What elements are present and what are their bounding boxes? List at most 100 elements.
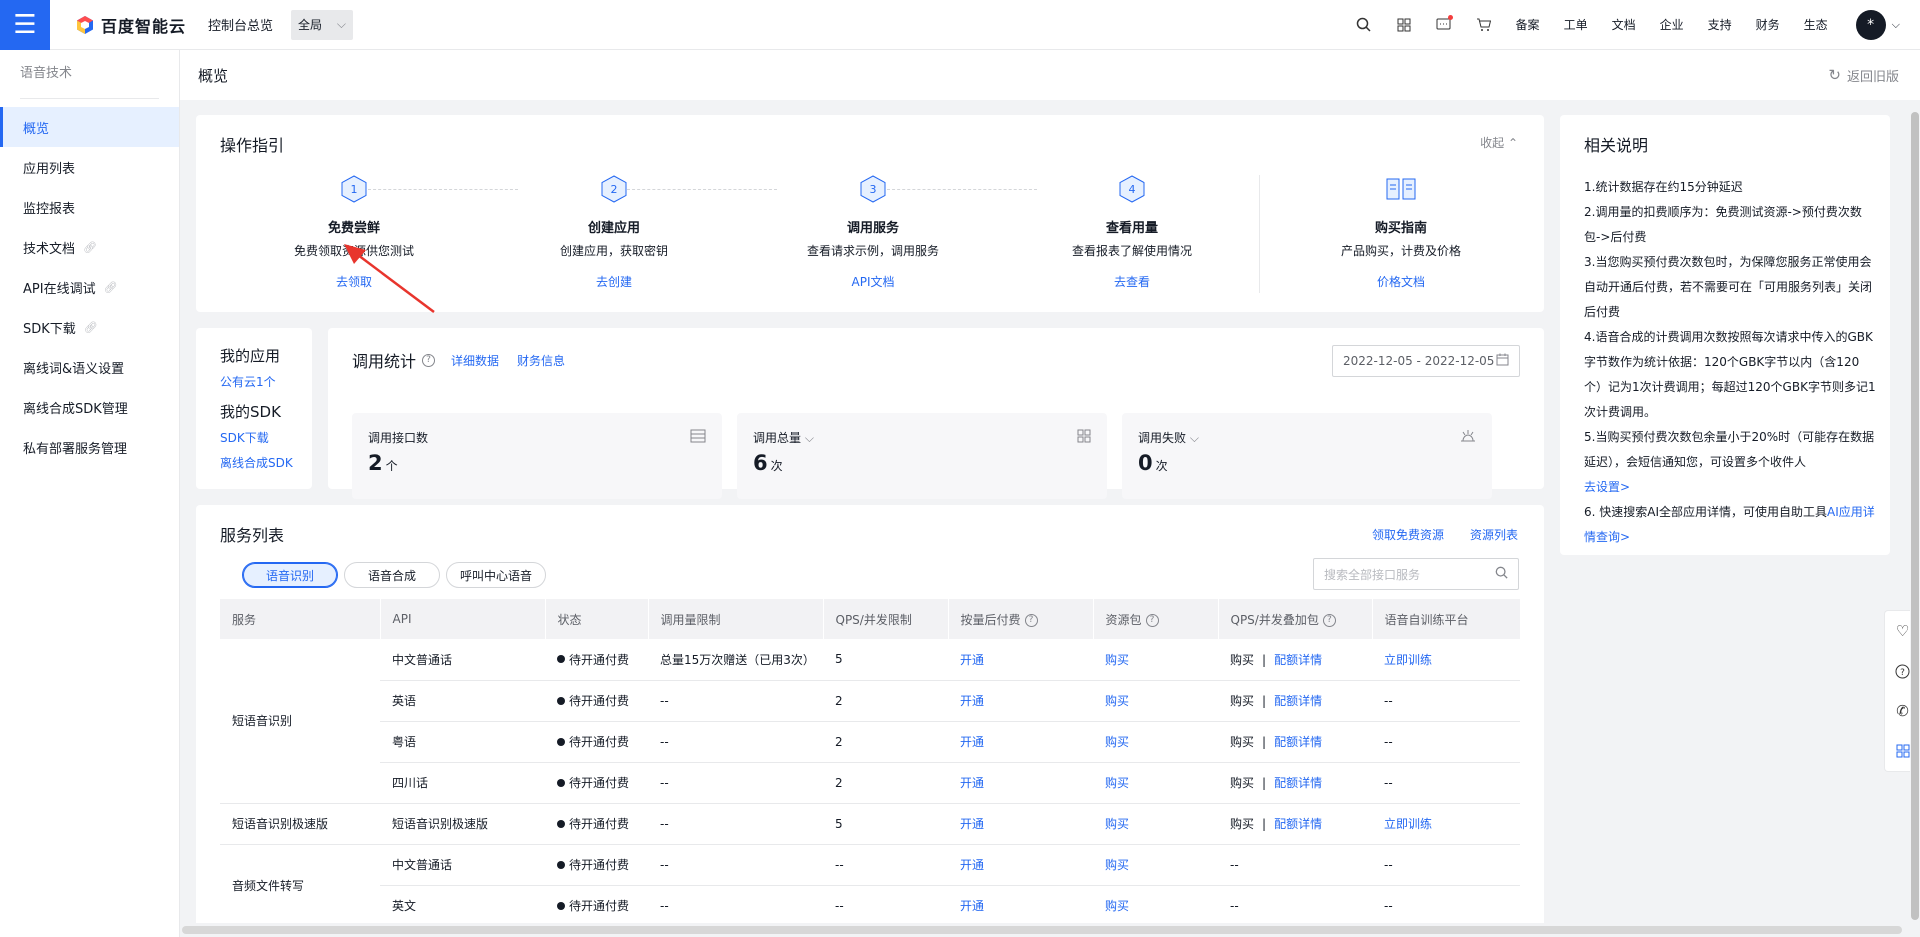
go-settings-link[interactable]: 去设置> xyxy=(1584,480,1630,494)
region-select[interactable]: 全局 ⌵ xyxy=(291,9,354,40)
buy-pack-link[interactable]: 购买 xyxy=(1105,776,1129,790)
buy-pack-link[interactable]: 购买 xyxy=(1105,858,1129,872)
buy-qps-link[interactable]: 购买 xyxy=(1230,694,1254,708)
enable-postpay-link[interactable]: 开通 xyxy=(960,653,984,667)
detail-data-link[interactable]: 详细数据 xyxy=(451,352,499,369)
table-row: 短语音识别极速版 短语音识别极速版 待开通付费 -- 5 开通 购买 购买 | 配额… xyxy=(220,803,1520,845)
enable-postpay-link[interactable]: 开通 xyxy=(960,858,984,872)
help-icon[interactable]: ? xyxy=(1024,613,1038,627)
nav-ticket[interactable]: 工单 xyxy=(1552,16,1600,33)
view-usage-link[interactable]: 去查看 xyxy=(1002,273,1262,290)
sidebar-item-tech-docs[interactable]: 技术文档 🔗︎ xyxy=(0,227,179,267)
enable-postpay-link[interactable]: 开通 xyxy=(960,817,984,831)
status-text: 待开通付费 xyxy=(569,899,630,913)
tab-call-center[interactable]: 呼叫中心语音 xyxy=(446,562,546,588)
external-link-icon: 🔗︎ xyxy=(103,280,118,294)
nav-beian[interactable]: 备案 xyxy=(1504,16,1552,33)
status-text: 待开通付费 xyxy=(569,652,630,667)
enable-postpay-link[interactable]: 开通 xyxy=(960,776,984,790)
nav-finance[interactable]: 财务 xyxy=(1744,16,1792,33)
console-overview-link[interactable]: 控制台总览 xyxy=(208,15,273,34)
menu-icon[interactable]: ☰ xyxy=(0,0,50,50)
status-cell: 待开通付费 xyxy=(545,680,648,722)
nav-enterprise[interactable]: 企业 xyxy=(1648,16,1696,33)
service-search-input[interactable]: 搜索全部接口服务 xyxy=(1313,558,1519,590)
quota-detail-link[interactable]: 配额详情 xyxy=(1274,817,1322,831)
tab-speech-recognition[interactable]: 语音识别 xyxy=(242,562,338,588)
back-old-version-link[interactable]: ↻ 返回旧版 xyxy=(1828,50,1899,100)
logo[interactable]: 百度智能云 xyxy=(75,13,186,37)
quota-detail-link[interactable]: 配额详情 xyxy=(1274,694,1322,708)
buy-pack-link[interactable]: 购买 xyxy=(1105,653,1129,667)
service-name: 短语音识别 xyxy=(220,639,380,804)
col-postpay: 按量后付费? xyxy=(948,599,1094,639)
enable-postpay-link[interactable]: 开通 xyxy=(960,694,984,708)
sidebar-item-monitoring[interactable]: 监控报表 xyxy=(0,187,179,227)
train-now-link[interactable]: 立即训练 xyxy=(1384,817,1432,831)
table-row: 英语 待开通付费 -- 2 开通 购买 购买 | 配额详情 -- xyxy=(220,680,1520,722)
stat-label[interactable]: 调用总量 ⌵ xyxy=(753,429,814,446)
collapse-button[interactable]: 收起 ⌃ xyxy=(1480,134,1518,151)
sidebar-item-offline-tts-sdk[interactable]: 离线合成SDK管理 xyxy=(0,387,179,427)
col-service: 服务 xyxy=(220,599,381,639)
nav-docs[interactable]: 文档 xyxy=(1600,16,1648,33)
quota-detail-link[interactable]: 配额详情 xyxy=(1274,776,1322,790)
offline-tts-sdk-link[interactable]: 离线合成SDK xyxy=(220,454,293,471)
sidebar-item-sdk-download[interactable]: SDK下载 🔗︎ xyxy=(0,307,179,347)
buy-pack-link[interactable]: 购买 xyxy=(1105,694,1129,708)
resource-list-link[interactable]: 资源列表 xyxy=(1470,526,1518,543)
sidebar-item-private-deploy[interactable]: 私有部署服务管理 xyxy=(0,427,179,467)
sidebar-item-app-list[interactable]: 应用列表 xyxy=(0,147,179,187)
chevron-down-icon[interactable]: ⌵ xyxy=(1892,18,1900,32)
api-docs-link[interactable]: API文档 xyxy=(743,273,1003,290)
cart-icon[interactable] xyxy=(1464,0,1504,50)
qps-pack-cell: 购买 | 配额详情 xyxy=(1218,803,1372,845)
service-table: 服务 API 状态 调用量限制 QPS/并发限制 按量后付费? 资源包? QPS… xyxy=(220,599,1521,927)
sidebar-item-offline-words[interactable]: 离线词&语义设置 xyxy=(0,347,179,387)
svg-text:?: ? xyxy=(1900,668,1905,678)
avatar[interactable]: * xyxy=(1855,9,1886,40)
help-icon[interactable]: ? xyxy=(422,353,436,367)
search-icon[interactable] xyxy=(1344,0,1384,50)
enable-postpay-link[interactable]: 开通 xyxy=(960,899,984,913)
buy-pack-link[interactable]: 购买 xyxy=(1105,817,1129,831)
step-desc: 查看请求示例，调用服务 xyxy=(806,244,939,258)
claim-free-resources-link[interactable]: 领取免费资源 xyxy=(1372,526,1444,543)
enable-postpay-link[interactable]: 开通 xyxy=(960,735,984,749)
buy-qps-link[interactable]: 购买 xyxy=(1230,776,1254,790)
horizontal-scrollbar[interactable] xyxy=(180,923,1910,937)
sidebar-item-overview[interactable]: 概览 xyxy=(0,107,179,147)
vertical-scrollbar[interactable] xyxy=(1910,100,1920,937)
create-app-link[interactable]: 去创建 xyxy=(484,273,744,290)
quota-detail-link[interactable]: 配额详情 xyxy=(1274,653,1322,667)
buy-pack-link[interactable]: 购买 xyxy=(1105,899,1129,913)
sidebar: 语音技术 概览 应用列表 监控报表 技术文档 🔗︎ API在线调试 🔗︎ SDK下载… xyxy=(0,50,180,937)
buy-qps-link[interactable]: 购买 xyxy=(1230,817,1254,831)
help-icon[interactable]: ? xyxy=(1145,613,1159,627)
buy-pack-link[interactable]: 购买 xyxy=(1105,735,1129,749)
finance-info-link[interactable]: 财务信息 xyxy=(517,352,565,369)
sidebar-item-api-debug[interactable]: API在线调试 🔗︎ xyxy=(0,267,179,307)
sdk-download-link[interactable]: SDK下载 xyxy=(220,429,269,446)
help-icon[interactable]: ? xyxy=(1322,613,1336,627)
my-apps-card: 我的应用 公有云1个 我的SDK SDK下载 离线合成SDK xyxy=(196,328,312,489)
scrollbar-thumb[interactable] xyxy=(1911,112,1919,920)
buy-qps-link[interactable]: 购买 xyxy=(1230,735,1254,749)
train-now-link[interactable]: 立即训练 xyxy=(1384,653,1432,667)
apps-icon[interactable] xyxy=(1384,0,1424,50)
date-range-picker[interactable]: 2022-12-05 - 2022-12-05 xyxy=(1332,345,1520,377)
public-cloud-apps-link[interactable]: 公有云1个 xyxy=(220,373,276,390)
scrollbar-thumb[interactable] xyxy=(182,926,1902,934)
quota-detail-link[interactable]: 配额详情 xyxy=(1274,735,1322,749)
service-list-card: 服务列表 领取免费资源 资源列表 语音识别 语音合成 呼叫中心语音 搜索全部接口… xyxy=(196,505,1544,937)
col-self-training: 语音自训练平台 xyxy=(1372,599,1521,639)
api-name: 中文普通话 xyxy=(380,844,545,886)
pricing-docs-link[interactable]: 价格文档 xyxy=(1271,273,1531,290)
nav-ecosystem[interactable]: 生态 xyxy=(1792,16,1840,33)
stat-label[interactable]: 调用失败 ⌵ xyxy=(1138,429,1199,446)
tab-speech-synthesis[interactable]: 语音合成 xyxy=(344,562,440,588)
nav-support[interactable]: 支持 xyxy=(1696,16,1744,33)
buy-qps-link[interactable]: 购买 xyxy=(1230,653,1254,667)
message-icon[interactable] xyxy=(1424,0,1464,50)
sidebar-title: 语音技术 xyxy=(20,66,73,81)
